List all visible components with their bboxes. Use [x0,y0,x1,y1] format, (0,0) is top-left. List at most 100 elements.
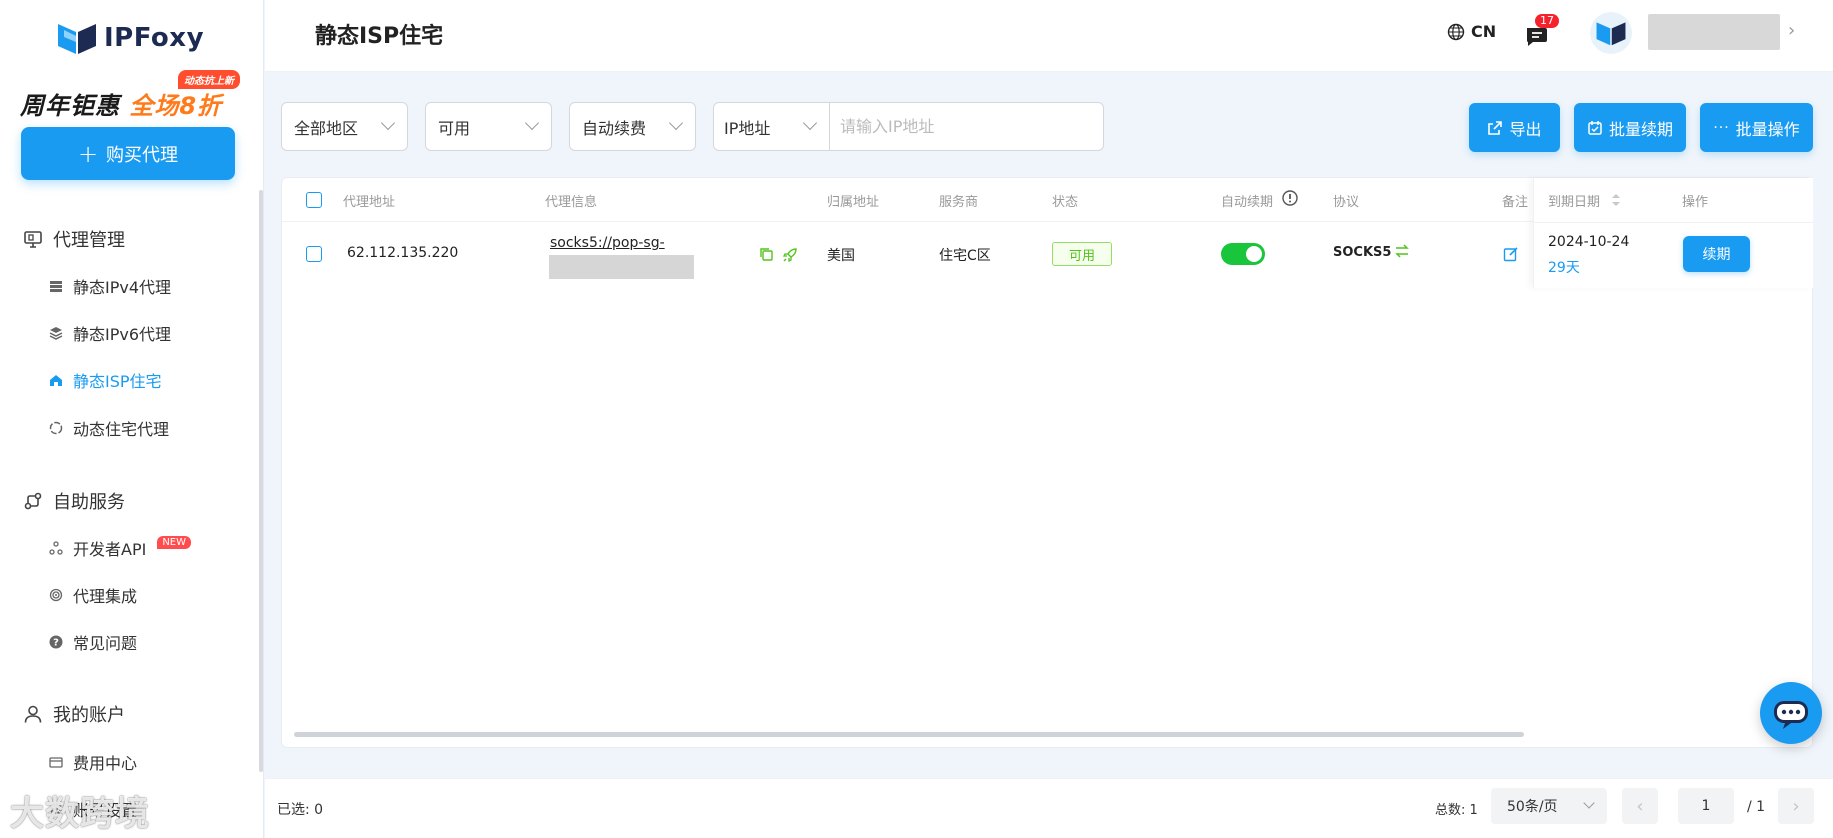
rocket-icon[interactable] [782,247,798,267]
sidebar: IPFoxy 动态抗上新 周年钜惠 全场8折 + 购买代理 代理管理 静态IPv… [0,0,264,838]
copy-icon[interactable] [759,247,774,266]
buy-proxy-label: 购买代理 [106,144,179,166]
language-label: CN [1471,22,1497,41]
avatar[interactable] [1590,12,1632,54]
sidebar-item-label: 常见问题 [73,634,138,653]
fox-logo-icon [58,24,96,54]
promo-banner[interactable]: 动态抗上新 周年钜惠 全场8折 [20,70,242,120]
username-redacted[interactable] [1648,14,1780,50]
layers-icon [48,325,64,341]
total-pages: / 1 [1747,799,1766,815]
sidebar-item-label: 静态IPv4代理 [73,278,172,297]
export-icon [1488,120,1503,135]
col-info: 代理信息 [545,195,598,210]
row-checkbox[interactable] [306,246,322,262]
sticky-columns: 到期日期 操作 2024-10-24 29天 续期 [1533,178,1813,288]
col-remark: 备注 [1502,195,1529,210]
auto-renew-select-value: 自动续费 [582,118,647,138]
info-circle-icon[interactable] [1282,190,1298,210]
chevron-right-icon: › [1792,795,1800,817]
col-status: 状态 [1052,195,1079,210]
sidebar-item-label: 开发者API [73,540,147,559]
switch-protocol-icon[interactable] [1394,242,1410,264]
sidebar-item-billing[interactable]: 费用中心 [48,750,137,774]
sidebar-item-isp[interactable]: 静态ISP住宅 [48,368,162,392]
table-footer: 已选: 0 总数: 1 50条/页 ‹ 1 / 1 › [265,778,1833,838]
page-number-input[interactable]: 1 [1678,788,1734,824]
selected-count: 已选: 0 [277,802,324,818]
language-switcher[interactable]: CN [1447,22,1496,41]
chevron-down-icon [668,115,684,131]
export-button[interactable]: 导出 [1469,103,1560,152]
page-title: 静态ISP住宅 [315,24,444,49]
sidebar-item-label: 代理集成 [73,587,138,606]
sort-icon[interactable] [1611,192,1621,212]
page-size-select[interactable]: 50条/页 [1491,788,1607,824]
proxy-protocol: SOCKS5 [1333,245,1392,260]
status-badge: 可用 [1052,242,1112,266]
chevron-down-icon [1583,797,1595,809]
proxy-provider: 住宅C区 [939,248,991,264]
header-divider [1534,222,1813,223]
nav-group-account[interactable]: 我的账户 [22,701,125,727]
col-ops: 操作 [1682,195,1709,210]
sidebar-scrollbar[interactable] [259,190,263,772]
user-icon [22,703,44,725]
more-dots-icon: ··· [1713,119,1730,136]
region-select[interactable]: 全部地区 [281,102,408,151]
plus-icon: + [77,139,99,168]
toggle-knob [1246,246,1262,262]
edit-icon[interactable] [1503,246,1519,266]
batch-ops-button[interactable]: ··· 批量操作 [1700,103,1813,152]
nav-group-label: 自助服务 [53,492,125,513]
brand-name: IPFoxy [104,23,205,53]
total-count: 总数: 1 [1435,803,1478,818]
message-count-badge: 17 [1535,14,1559,28]
sidebar-item-integration[interactable]: 代理集成 [48,583,137,607]
sidebar-item-label: 静态IPv6代理 [73,325,172,344]
buy-proxy-button[interactable]: + 购买代理 [21,127,235,180]
status-select[interactable]: 可用 [425,102,552,151]
table-horizontal-scrollbar[interactable] [294,732,1524,737]
sidebar-item-label: 动态住宅代理 [73,420,170,439]
col-location: 归属地址 [827,195,880,210]
brand-logo[interactable]: IPFoxy [56,20,204,56]
proxy-table: 代理地址 代理信息 归属地址 服务商 状态 自动续期 协议 备注 62.112.… [281,177,1813,748]
chat-bot-icon [1774,701,1808,729]
home-icon [48,372,64,388]
expiry-date: 2024-10-24 [1548,234,1630,250]
prev-page-button[interactable]: ‹ [1622,788,1658,824]
chevron-down-icon [524,115,540,131]
col-auto-renew: 自动续期 [1221,195,1274,210]
nav-group-proxy-manage[interactable]: 代理管理 [22,226,125,252]
chat-support-button[interactable] [1760,682,1822,744]
sidebar-item-faq[interactable]: ? 常见问题 [48,630,137,654]
auto-renew-select[interactable]: 自动续费 [569,102,696,151]
proxy-info-redacted [549,255,694,279]
ip-type-select[interactable]: IP地址 [714,103,830,150]
proxy-address[interactable]: 62.112.135.220 [347,245,458,261]
question-icon: ? [48,634,64,650]
sidebar-item-dynamic[interactable]: 动态住宅代理 [48,416,169,440]
nav-group-self-service[interactable]: 自助服务 [22,488,125,514]
batch-renew-button[interactable]: 批量续期 [1574,103,1686,152]
sidebar-item-ipv4[interactable]: 静态IPv4代理 [48,274,171,298]
select-all-checkbox[interactable] [306,192,322,208]
promo-highlight: 全场8折 [129,92,223,120]
chevron-right-icon[interactable]: › [1788,20,1795,41]
integration-icon [48,587,64,603]
nav-group-label: 我的账户 [53,705,125,726]
auto-renew-toggle[interactable] [1221,243,1265,265]
card-icon [48,754,64,770]
sidebar-item-label: 静态ISP住宅 [73,372,162,391]
chevron-down-icon [380,115,396,131]
sidebar-item-ipv6[interactable]: 静态IPv6代理 [48,321,171,345]
nav-group-label: 代理管理 [53,230,125,251]
ip-search-input[interactable] [830,103,1103,150]
renew-button[interactable]: 续期 [1683,236,1750,272]
refresh-icon [48,420,64,436]
ip-type-value: IP地址 [724,118,771,138]
sidebar-item-developer-api[interactable]: 开发者API NEW [48,535,192,560]
proxy-info[interactable]: socks5://pop-sg- [550,235,665,251]
next-page-button[interactable]: › [1778,788,1814,824]
